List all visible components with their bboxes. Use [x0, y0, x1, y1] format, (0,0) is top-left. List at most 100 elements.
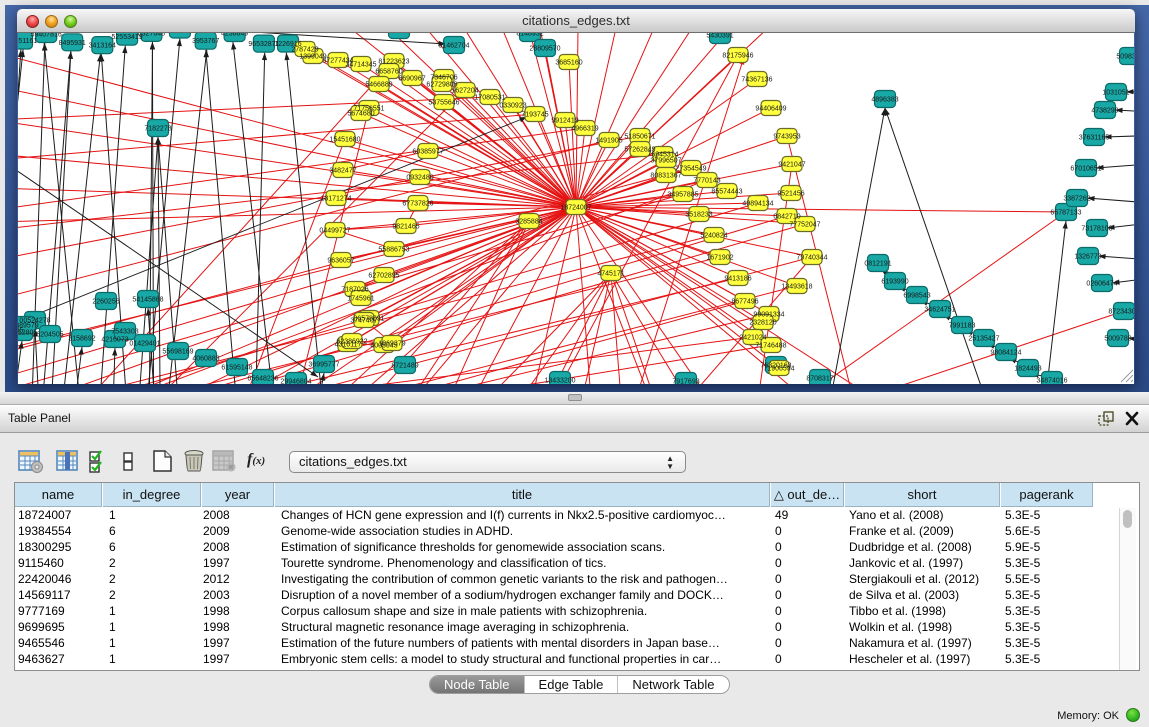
- svg-text:1031051: 1031051: [1102, 90, 1129, 97]
- svg-text:65787133: 65787133: [1050, 210, 1081, 217]
- svg-text:01429401: 01429401: [129, 341, 160, 348]
- svg-text:4060883: 4060883: [192, 356, 219, 363]
- svg-text:59407816: 59407816: [31, 33, 62, 39]
- svg-text:5240824: 5240824: [700, 233, 727, 240]
- svg-text:4745171: 4745171: [597, 271, 624, 278]
- svg-text:81754965: 81754965: [18, 328, 24, 335]
- svg-text:8708317: 8708317: [806, 376, 833, 383]
- svg-text:71906594: 71906594: [763, 366, 794, 373]
- svg-text:8721489: 8721489: [391, 363, 418, 370]
- svg-text:3518233: 3518233: [685, 212, 712, 219]
- svg-text:99091334: 99091334: [753, 312, 784, 319]
- svg-text:67737826: 67737826: [402, 201, 433, 208]
- svg-text:4216073: 4216073: [101, 337, 128, 344]
- svg-text:8148932: 8148932: [516, 33, 543, 38]
- svg-text:0842710: 0842710: [773, 214, 800, 221]
- svg-text:9912419: 9912419: [551, 118, 578, 125]
- svg-text:94406409: 94406409: [755, 106, 786, 113]
- svg-text:28809570: 28809570: [529, 46, 560, 53]
- svg-text:9743953: 9743953: [773, 134, 800, 141]
- svg-text:7917693: 7917693: [672, 379, 699, 385]
- svg-text:8677496: 8677496: [731, 299, 758, 306]
- svg-text:1326773: 1326773: [1074, 254, 1101, 261]
- svg-text:3685160: 3685160: [555, 60, 582, 67]
- svg-text:5098393: 5098393: [1116, 54, 1134, 61]
- svg-text:7193745: 7193745: [521, 112, 548, 119]
- svg-text:6690967: 6690967: [398, 76, 425, 83]
- svg-text:04499727: 04499727: [319, 228, 350, 235]
- svg-text:77752047: 77752047: [789, 222, 820, 229]
- svg-text:13433200: 13433200: [544, 378, 575, 385]
- svg-text:49894134: 49894134: [742, 201, 773, 208]
- svg-text:5430391: 5430391: [706, 33, 733, 40]
- svg-text:4966319: 4966319: [571, 126, 598, 133]
- svg-text:61595148: 61595148: [221, 365, 252, 372]
- svg-text:51850671: 51850671: [624, 134, 655, 141]
- svg-text:55886753: 55886753: [378, 247, 409, 254]
- svg-text:2787429: 2787429: [291, 47, 318, 54]
- svg-text:73178108: 73178108: [1081, 226, 1112, 233]
- svg-text:3747407: 3747407: [350, 318, 377, 325]
- svg-text:80831367: 80831367: [650, 173, 681, 180]
- svg-text:53755646: 53755646: [428, 100, 459, 107]
- svg-text:97848018: 97848018: [383, 33, 414, 35]
- svg-text:18724007: 18724007: [560, 205, 591, 212]
- svg-text:34874016: 34874016: [1036, 378, 1067, 385]
- svg-text:17080531: 17080531: [474, 95, 505, 102]
- svg-text:6658760: 6658760: [375, 69, 402, 76]
- svg-text:5030564: 5030564: [166, 33, 193, 34]
- svg-text:7543303: 7543303: [111, 329, 138, 336]
- svg-text:7187026: 7187026: [341, 287, 368, 294]
- svg-text:1745961: 1745961: [347, 296, 374, 303]
- svg-text:15451680: 15451680: [329, 137, 360, 144]
- svg-text:6204505: 6204505: [36, 332, 63, 339]
- svg-text:9521456: 9521456: [777, 191, 804, 198]
- svg-text:8495931: 8495931: [59, 40, 86, 47]
- svg-text:60385977: 60385977: [412, 149, 443, 156]
- svg-text:6193990: 6193990: [881, 279, 908, 286]
- svg-text:7346706: 7346706: [430, 75, 457, 82]
- svg-text:7770143: 7770143: [693, 178, 720, 185]
- svg-text:1399049: 1399049: [299, 54, 326, 61]
- svg-text:5466889: 5466889: [365, 82, 392, 89]
- svg-text:62702895: 62702895: [368, 273, 399, 280]
- svg-text:3413164: 3413164: [89, 43, 116, 50]
- svg-text:65648236: 65648236: [247, 376, 278, 383]
- svg-text:27354549: 27354549: [675, 166, 706, 173]
- svg-text:9413186: 9413186: [724, 276, 751, 283]
- svg-text:37996507: 37996507: [650, 158, 681, 165]
- svg-text:82175946: 82175946: [722, 53, 753, 60]
- svg-text:81223623: 81223623: [378, 59, 409, 66]
- svg-text:8327648: 8327648: [138, 33, 165, 37]
- svg-text:34957885: 34957885: [667, 192, 698, 199]
- svg-text:4738299: 4738299: [1091, 108, 1118, 115]
- svg-text:42351161: 42351161: [18, 38, 37, 45]
- svg-text:9636057: 9636057: [327, 258, 354, 265]
- svg-text:74367136: 74367136: [741, 77, 772, 84]
- svg-text:4238849: 4238849: [221, 33, 248, 38]
- svg-text:9421047: 9421047: [778, 162, 805, 169]
- svg-text:1671902: 1671902: [706, 255, 733, 262]
- svg-text:4896383: 4896383: [871, 97, 898, 104]
- svg-text:34624751: 34624751: [924, 307, 955, 314]
- svg-text:3158692: 3158692: [68, 336, 95, 343]
- svg-text:3387262: 3387262: [1063, 196, 1090, 203]
- svg-text:98084124: 98084124: [990, 350, 1021, 357]
- svg-text:55698169: 55698169: [162, 349, 193, 356]
- svg-text:7991183: 7991183: [949, 323, 976, 330]
- svg-text:13493618: 13493618: [781, 284, 812, 291]
- svg-text:25135427: 25135427: [968, 336, 999, 343]
- svg-text:3482477: 3482477: [329, 168, 356, 175]
- svg-text:1824493: 1824493: [1014, 366, 1041, 373]
- svg-text:29946804: 29946804: [280, 379, 311, 385]
- svg-text:2260256: 2260256: [92, 299, 119, 306]
- svg-text:36995777: 36995777: [308, 362, 339, 369]
- svg-text:34714345: 34714345: [345, 62, 376, 69]
- svg-text:1491905: 1491905: [595, 138, 622, 145]
- svg-text:67010651: 67010651: [1070, 166, 1101, 173]
- svg-text:1627204: 1627204: [451, 88, 478, 95]
- svg-text:0932480: 0932480: [406, 175, 433, 182]
- svg-text:3285884: 3285884: [515, 219, 542, 226]
- svg-text:87234309: 87234309: [1108, 309, 1134, 316]
- svg-text:1969379: 1969379: [378, 341, 405, 348]
